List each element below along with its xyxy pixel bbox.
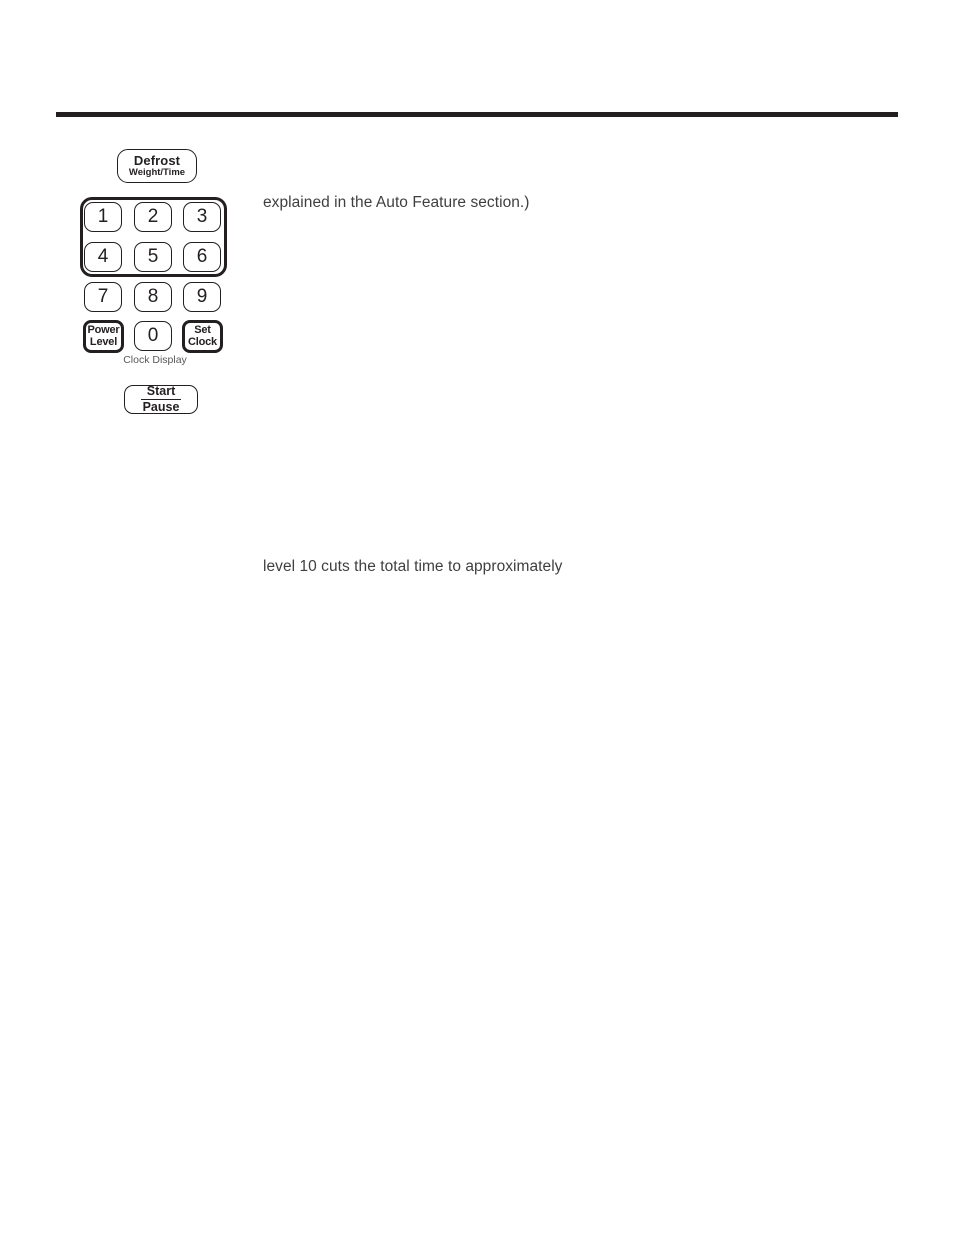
power-level-key-label-line2: Level bbox=[89, 335, 118, 348]
number-key-8[interactable]: 8 bbox=[134, 282, 172, 312]
number-key-9-label: 9 bbox=[196, 286, 208, 308]
set-clock-key-label-line1: Set bbox=[194, 323, 211, 336]
number-key-2-label: 2 bbox=[147, 206, 159, 228]
number-key-3-label: 3 bbox=[196, 206, 208, 228]
defrost-key-label-line2: Weight/Time bbox=[128, 167, 186, 179]
defrost-key[interactable]: Defrost Weight/Time bbox=[117, 149, 197, 183]
start-pause-key[interactable]: Start Pause bbox=[124, 384, 198, 414]
number-key-8-label: 8 bbox=[147, 286, 159, 308]
number-key-5-label: 5 bbox=[147, 246, 159, 268]
number-key-9[interactable]: 9 bbox=[183, 282, 221, 312]
number-key-7-label: 7 bbox=[97, 286, 109, 308]
number-key-1[interactable]: 1 bbox=[84, 202, 122, 232]
power-level-key-label-line1: Power bbox=[87, 323, 120, 336]
number-key-6-label: 6 bbox=[196, 246, 208, 268]
number-key-0-label: 0 bbox=[147, 325, 159, 347]
body-text-fragment-1: explained in the Auto Feature section.) bbox=[263, 194, 530, 211]
number-key-0[interactable]: 0 bbox=[134, 321, 172, 351]
number-key-5[interactable]: 5 bbox=[134, 242, 172, 272]
number-key-6[interactable]: 6 bbox=[183, 242, 221, 272]
set-clock-key[interactable]: Set Clock bbox=[182, 320, 223, 353]
number-key-4-label: 4 bbox=[97, 246, 109, 268]
number-key-2[interactable]: 2 bbox=[134, 202, 172, 232]
body-text-fragment-2: level 10 cuts the total time to approxim… bbox=[263, 558, 563, 575]
number-key-3[interactable]: 3 bbox=[183, 202, 221, 232]
header-rule bbox=[56, 112, 898, 117]
start-pause-key-label-line2: Pause bbox=[142, 400, 180, 414]
number-key-7[interactable]: 7 bbox=[84, 282, 122, 312]
control-panel-illustration: Defrost Weight/Time 1 2 3 4 5 6 7 8 9 0 … bbox=[60, 140, 250, 425]
number-key-4[interactable]: 4 bbox=[84, 242, 122, 272]
clock-display-caption: Clock Display bbox=[123, 354, 187, 366]
start-pause-key-label-line1: Start bbox=[140, 384, 182, 400]
number-key-1-label: 1 bbox=[97, 206, 109, 228]
defrost-key-label-line1: Defrost bbox=[133, 152, 181, 168]
power-level-key[interactable]: Power Level bbox=[83, 320, 124, 353]
set-clock-key-label-line2: Clock bbox=[188, 335, 217, 348]
